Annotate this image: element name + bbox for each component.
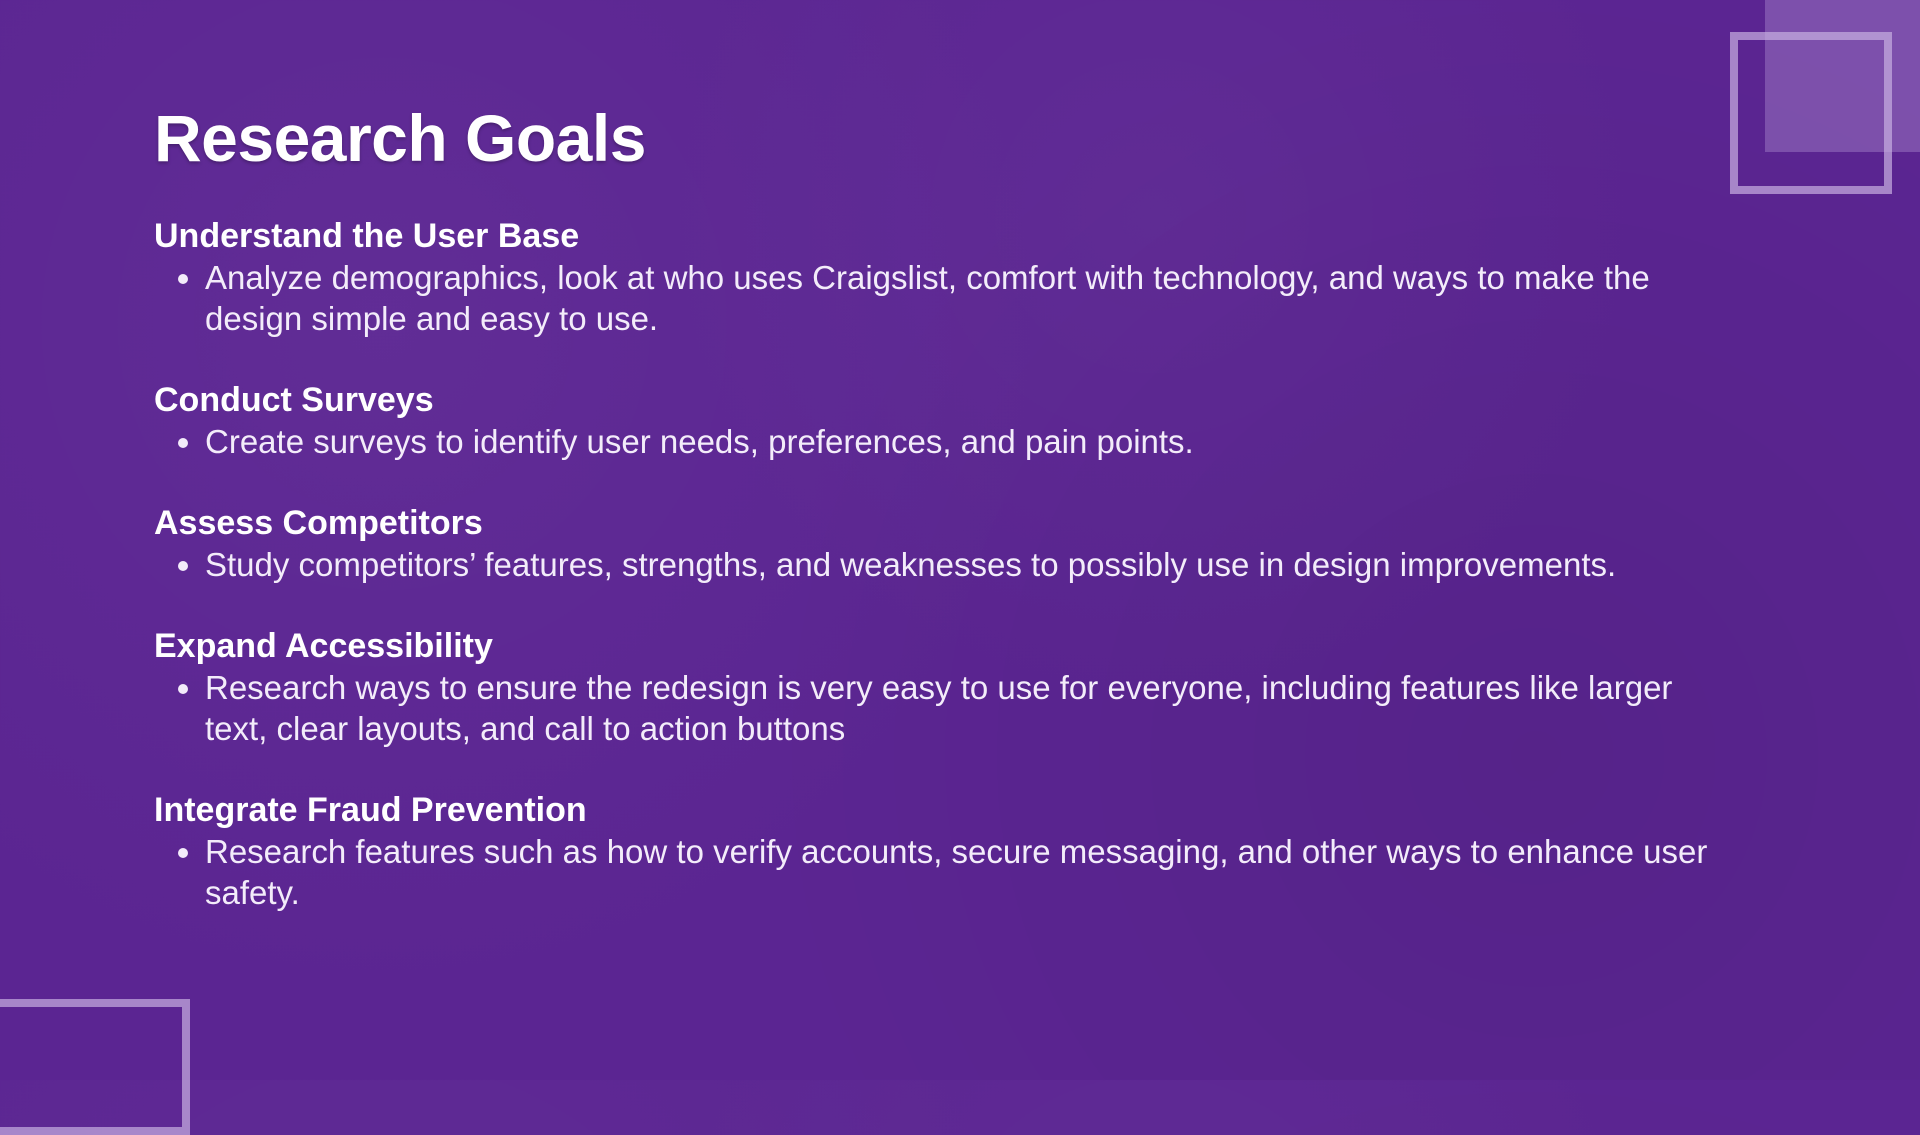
goal-bullet: Analyze demographics, look at who uses C… (205, 257, 1714, 339)
goal-heading: Integrate Fraud Prevention (154, 791, 587, 829)
slide-title: Research Goals (154, 101, 646, 175)
goal-bullet-list: Research ways to ensure the redesign is … (154, 667, 1714, 749)
goal-heading: Conduct Surveys (154, 381, 434, 419)
goal-heading: Assess Competitors (154, 504, 483, 542)
goal-bullet-list: Research features such as how to verify … (154, 831, 1714, 913)
goal-section-surveys: Conduct Surveys Create surveys to identi… (154, 380, 1714, 462)
goal-bullet: Research features such as how to verify … (205, 831, 1714, 913)
goal-heading: Expand Accessibility (154, 627, 493, 665)
goal-bullet: Study competitors’ features, strengths, … (205, 544, 1714, 585)
research-goals-list: Understand the User Base Analyze demogra… (154, 216, 1714, 913)
goal-section-fraud-prevention: Integrate Fraud Prevention Research feat… (154, 790, 1714, 913)
goal-section-accessibility: Expand Accessibility Research ways to en… (154, 626, 1714, 749)
goal-bullet-list: Create surveys to identify user needs, p… (154, 421, 1714, 462)
goal-section-user-base: Understand the User Base Analyze demogra… (154, 216, 1714, 339)
goal-bullet-list: Study competitors’ features, strengths, … (154, 544, 1714, 585)
goal-heading: Understand the User Base (154, 217, 580, 255)
slide-content: Research Goals Understand the User Base … (154, 98, 1714, 954)
goal-bullet-list: Analyze demographics, look at who uses C… (154, 257, 1714, 339)
bottom-left-decoration-outline-square (0, 999, 190, 1135)
goal-section-competitors: Assess Competitors Study competitors’ fe… (154, 503, 1714, 585)
goal-bullet: Research ways to ensure the redesign is … (205, 667, 1714, 749)
corner-decoration-outline-square (1730, 32, 1892, 194)
goal-bullet: Create surveys to identify user needs, p… (205, 421, 1714, 462)
